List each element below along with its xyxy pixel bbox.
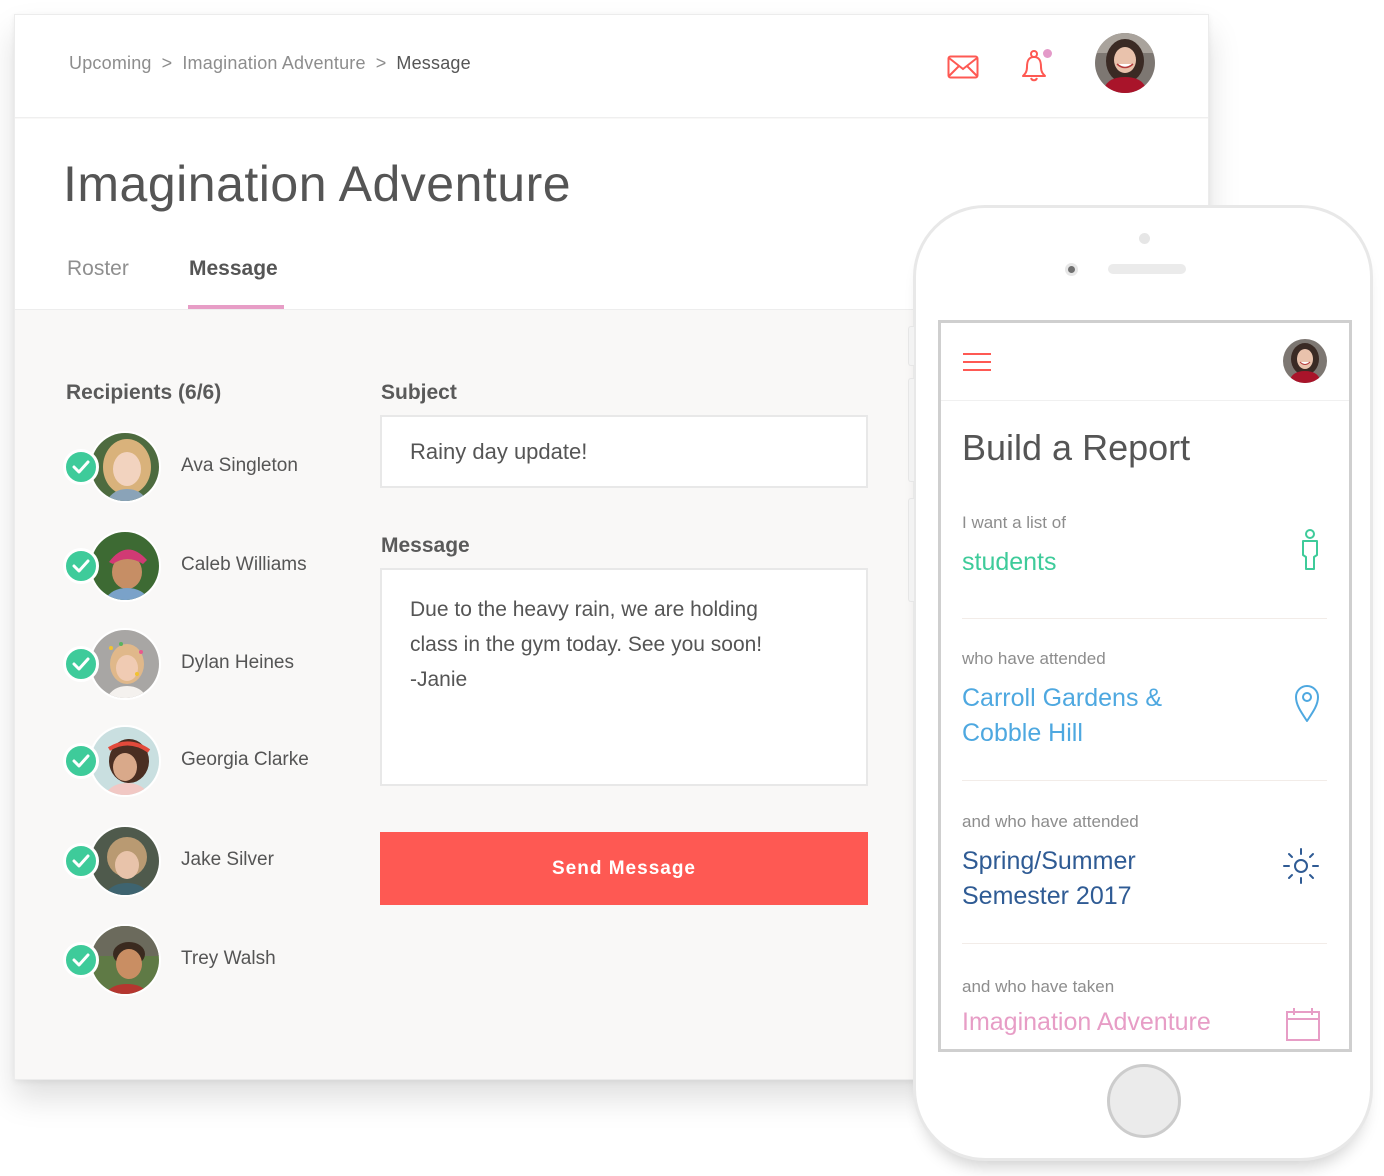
sun-icon [1283, 848, 1319, 884]
recipient-item[interactable]: Jake Silver [63, 825, 353, 905]
recipient-item[interactable]: Dylan Heines [63, 628, 353, 708]
report-row-semester[interactable]: and who have attended Spring/Summer Seme… [962, 812, 1327, 914]
location-pin-icon [1295, 685, 1319, 722]
report-row-class[interactable]: and who have taken Imagination Adventure [962, 977, 1327, 1041]
divider [962, 780, 1327, 781]
breadcrumb-current: Message [396, 53, 471, 73]
mobile-screen: Build a Report I want a list of students… [938, 320, 1352, 1052]
phone-volume-up [908, 378, 914, 482]
phone-volume-down [908, 498, 914, 602]
top-bar: Upcoming > Imagination Adventure > Messa… [15, 15, 1208, 118]
page-title: Imagination Adventure [63, 156, 572, 212]
tab-message[interactable]: Message [189, 257, 278, 281]
phone-speaker [1108, 264, 1186, 274]
recipient-name: Jake Silver [181, 849, 274, 870]
send-message-button[interactable]: Send Message [380, 832, 868, 905]
breadcrumb-separator: > [161, 53, 173, 73]
message-label: Message [381, 534, 470, 557]
recipient-avatar [89, 628, 161, 700]
report-row-value: Spring/Summer Semester 2017 [962, 847, 1136, 910]
person-icon [1302, 529, 1318, 570]
report-row-list-type[interactable]: I want a list of students [962, 513, 1327, 580]
recipient-name: Ava Singleton [181, 455, 298, 476]
user-avatar[interactable] [1095, 33, 1155, 93]
recipient-avatar [89, 530, 161, 602]
report-row-label: who have attended [962, 649, 1106, 668]
checkmark-icon[interactable] [63, 548, 99, 584]
report-row-value: students [962, 548, 1057, 576]
checkmark-icon[interactable] [63, 743, 99, 779]
breadcrumb-separator: > [375, 53, 387, 73]
checkmark-icon[interactable] [63, 449, 99, 485]
notification-dot [1043, 49, 1052, 58]
report-row-label: and who have taken [962, 977, 1115, 996]
breadcrumb-upcoming[interactable]: Upcoming [69, 53, 152, 74]
mobile-title: Build a Report [962, 427, 1191, 468]
recipient-name: Georgia Clarke [181, 749, 309, 770]
breadcrumb: Upcoming > Imagination Adventure > Messa… [69, 53, 471, 74]
checkmark-icon[interactable] [63, 942, 99, 978]
subject-input[interactable]: Rainy day update! [380, 415, 868, 488]
report-row-label: and who have attended [962, 812, 1139, 831]
recipient-name: Dylan Heines [181, 652, 294, 673]
mobile-user-avatar[interactable] [1283, 339, 1327, 383]
phone-camera [1065, 263, 1078, 276]
phone-device: Build a Report I want a list of students… [908, 205, 1373, 1161]
recipient-item[interactable]: Caleb Williams [63, 530, 353, 610]
recipient-avatar [89, 825, 161, 897]
recipient-avatar [89, 924, 161, 996]
recipient-name: Trey Walsh [181, 948, 276, 969]
report-row-value: Carroll Gardens & Cobble Hill [962, 684, 1163, 747]
phone-sensor [1139, 233, 1150, 244]
mobile-header [941, 323, 1349, 401]
breadcrumb-imagination-adventure[interactable]: Imagination Adventure [182, 53, 365, 74]
divider [962, 618, 1327, 619]
phone-side-button [908, 326, 914, 366]
message-textarea[interactable]: Due to the heavy rain, we are holding cl… [380, 568, 868, 786]
recipient-name: Caleb Williams [181, 554, 307, 575]
user-avatar-image [1095, 33, 1155, 93]
divider [962, 943, 1327, 944]
recipient-item[interactable]: Ava Singleton [63, 431, 353, 511]
recipient-avatar [89, 431, 161, 503]
recipient-item[interactable]: Trey Walsh [63, 924, 353, 1004]
home-button[interactable] [1107, 1064, 1181, 1138]
report-row-label: I want a list of [962, 513, 1066, 532]
mail-icon[interactable] [947, 55, 979, 79]
checkmark-icon[interactable] [63, 646, 99, 682]
recipient-item[interactable]: Georgia Clarke [63, 725, 353, 805]
subject-label: Subject [381, 381, 457, 404]
calendar-icon [1286, 1008, 1320, 1041]
report-row-location[interactable]: who have attended Carroll Gardens & Cobb… [962, 649, 1327, 751]
active-tab-indicator [188, 305, 284, 309]
checkmark-icon[interactable] [63, 843, 99, 879]
report-row-value: Imagination Adventure [962, 1008, 1211, 1036]
hamburger-menu-icon[interactable] [963, 353, 991, 373]
tab-roster[interactable]: Roster [67, 257, 129, 281]
recipient-avatar [89, 725, 161, 797]
recipients-label: Recipients (6/6) [66, 381, 222, 404]
